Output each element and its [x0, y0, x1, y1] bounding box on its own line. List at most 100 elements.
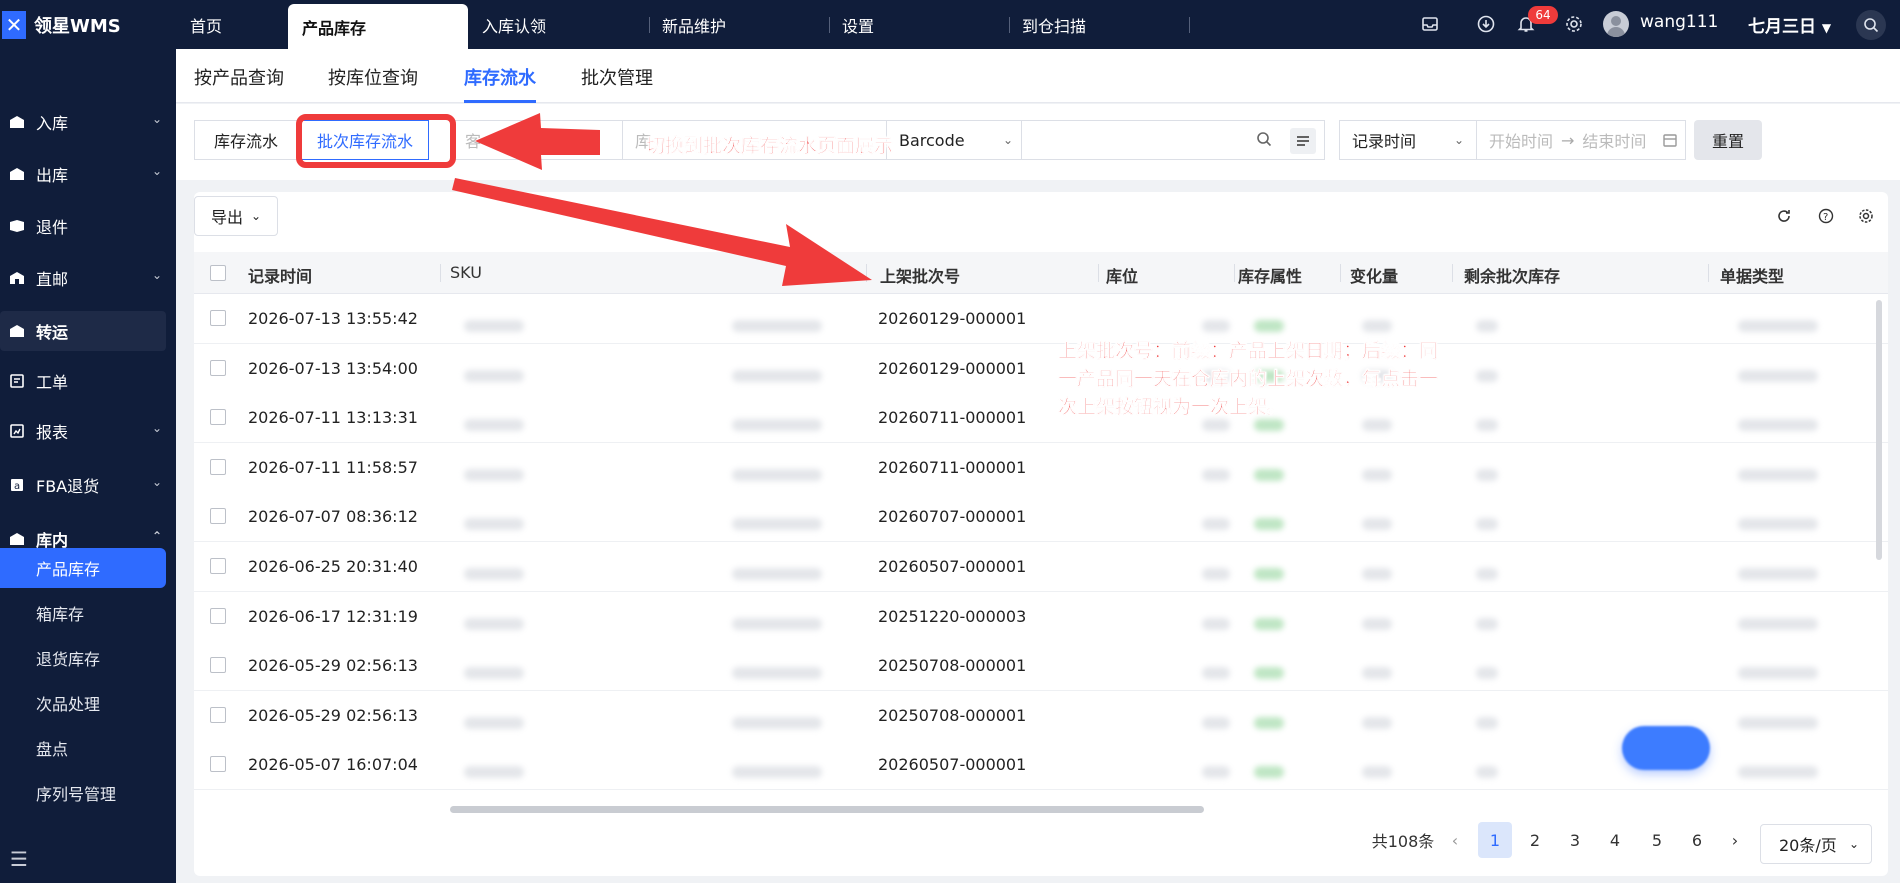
- row-checkbox[interactable]: [210, 558, 226, 574]
- company-selector[interactable]: 七月三日 ▼: [1748, 12, 1831, 37]
- sidebar-subitem-product-inventory[interactable]: 产品库存: [0, 548, 166, 588]
- select-all-checkbox[interactable]: [210, 265, 226, 281]
- column-header-location[interactable]: 库位: [1106, 263, 1138, 287]
- column-header-remaining-batch-stock[interactable]: 剩余批次库存: [1464, 263, 1560, 287]
- pagination-page-2[interactable]: 2: [1518, 822, 1552, 858]
- search-icon[interactable]: [1256, 131, 1272, 151]
- obscured-cell: [1362, 667, 1392, 679]
- avatar[interactable]: [1603, 11, 1629, 37]
- pagination-page-6[interactable]: 6: [1680, 822, 1714, 858]
- barcode-search-input[interactable]: [1021, 120, 1325, 160]
- sidebar-subitem-box-inventory[interactable]: 箱库存: [0, 593, 166, 633]
- chevron-up-icon: ⌃: [151, 529, 162, 543]
- pagination-next-icon[interactable]: ›: [1720, 822, 1750, 858]
- obscured-cell: [1362, 518, 1392, 530]
- download-icon[interactable]: [1474, 12, 1498, 36]
- export-button[interactable]: 导出 ⌄: [194, 196, 278, 236]
- tab-by-location[interactable]: 按库位查询: [328, 64, 418, 90]
- top-tab-home[interactable]: 首页: [190, 0, 290, 49]
- inbox-icon[interactable]: [1418, 12, 1442, 36]
- pagination-page-1[interactable]: 1: [1478, 822, 1512, 858]
- tab-by-product[interactable]: 按产品查询: [194, 64, 284, 90]
- batch-search-icon[interactable]: [1290, 128, 1316, 154]
- pagination-prev-icon[interactable]: ‹: [1440, 822, 1470, 858]
- floating-action-button[interactable]: [1622, 726, 1710, 770]
- sidebar-subitem-serial-number[interactable]: 序列号管理: [0, 773, 166, 813]
- segment-inventory-flow[interactable]: 库存流水: [194, 120, 298, 160]
- obscured-cell: [464, 568, 524, 580]
- top-tab-inbound-claim[interactable]: 入库认领: [482, 0, 650, 49]
- column-header-change-amount[interactable]: 变化量: [1350, 263, 1398, 287]
- top-tab-settings[interactable]: 设置: [842, 0, 1010, 49]
- table-row[interactable]: 2026-07-07 08:36:12 20260707-000001: [194, 492, 1888, 542]
- sidebar-subitem-return-inventory[interactable]: 退货库存: [0, 638, 166, 678]
- reset-button[interactable]: 重置: [1694, 120, 1762, 160]
- column-settings-icon[interactable]: [1856, 206, 1876, 226]
- top-tab-scan[interactable]: 到仓扫描: [1022, 0, 1190, 49]
- refresh-icon[interactable]: [1774, 206, 1794, 226]
- cell-batch-number: 20260711-000001: [878, 458, 1027, 477]
- column-header-sku[interactable]: SKU: [450, 263, 482, 282]
- top-tab-product-inventory[interactable]: 产品库存: [288, 4, 468, 49]
- row-checkbox[interactable]: [210, 409, 226, 425]
- obscured-cell: [1476, 766, 1498, 778]
- top-tab-new-product[interactable]: 新品维护: [662, 0, 830, 49]
- date-range-picker[interactable]: 开始时间 → 结束时间: [1476, 120, 1686, 160]
- table-row[interactable]: 2026-07-11 13:13:31 20260711-000001: [194, 393, 1888, 443]
- gear-icon[interactable]: [1562, 12, 1586, 36]
- tab-batch-management[interactable]: 批次管理: [581, 64, 653, 90]
- obscured-cell: [1254, 618, 1284, 630]
- start-time-placeholder: 开始时间: [1489, 132, 1554, 151]
- sidebar-item-inbound[interactable]: 入库 ⌄: [0, 102, 176, 142]
- annotation-highlight-box: [296, 114, 456, 168]
- sidebar-item-reports[interactable]: 报表 ⌄: [0, 411, 176, 451]
- pagination-page-4[interactable]: 4: [1598, 822, 1632, 858]
- obscured-cell: [1254, 717, 1284, 729]
- sidebar-subitem-defective[interactable]: 次品处理: [0, 683, 166, 723]
- username[interactable]: wang111: [1640, 12, 1718, 32]
- table-row[interactable]: 2026-06-17 12:31:19 20251220-000003: [194, 592, 1888, 642]
- logo[interactable]: ✕ 领星WMS: [0, 0, 180, 49]
- warehouse-icon: [8, 323, 26, 339]
- sidebar-item-outbound[interactable]: 出库 ⌄: [0, 154, 176, 194]
- row-checkbox[interactable]: [210, 608, 226, 624]
- obscured-cell: [1202, 518, 1230, 530]
- column-header-record-time[interactable]: 记录时间: [248, 263, 312, 287]
- row-checkbox[interactable]: [210, 756, 226, 772]
- vertical-scrollbar[interactable]: [1876, 300, 1882, 560]
- obscured-cell: [1738, 568, 1818, 580]
- tab-inventory-flow[interactable]: 库存流水: [464, 64, 536, 90]
- sidebar-subitem-stocktake[interactable]: 盘点: [0, 728, 166, 768]
- row-checkbox[interactable]: [210, 459, 226, 475]
- barcode-type-select[interactable]: Barcode ⌄: [886, 120, 1026, 160]
- row-checkbox[interactable]: [210, 657, 226, 673]
- table-row[interactable]: 2026-07-13 13:54:00 20260129-000001: [194, 344, 1888, 394]
- table-row[interactable]: 2026-07-11 11:58:57 20260711-000001: [194, 443, 1888, 493]
- sidebar-item-fba-returns[interactable]: a FBA退货 ⌄: [0, 465, 176, 505]
- sidebar-item-work-order[interactable]: 工单: [0, 361, 176, 401]
- column-header-batch-number[interactable]: 上架批次号: [880, 263, 960, 287]
- table-row[interactable]: 2026-06-25 20:31:40 20260507-000001: [194, 542, 1888, 592]
- obscured-cell: [732, 618, 822, 630]
- horizontal-scrollbar[interactable]: [450, 806, 1204, 813]
- global-search-button[interactable]: [1856, 10, 1886, 40]
- table-row[interactable]: 2026-05-29 02:56:13 20250708-000001: [194, 641, 1888, 691]
- sidebar-item-transit[interactable]: 转运: [0, 311, 166, 351]
- pagination-page-3[interactable]: 3: [1558, 822, 1592, 858]
- row-checkbox[interactable]: [210, 360, 226, 376]
- page-size-select[interactable]: 20条/页 ⌄: [1760, 824, 1872, 864]
- collapse-menu-icon[interactable]: ☰: [10, 847, 28, 871]
- warehouse-icon: [8, 114, 26, 130]
- time-type-select[interactable]: 记录时间 ⌄: [1339, 120, 1477, 160]
- sidebar-item-returns[interactable]: 退件: [0, 206, 176, 246]
- column-header-inventory-attribute[interactable]: 库存属性: [1238, 263, 1302, 287]
- sidebar-item-direct-mail[interactable]: 直邮 ⌄: [0, 258, 176, 298]
- obscured-cell: [1202, 717, 1230, 729]
- row-checkbox[interactable]: [210, 310, 226, 326]
- help-icon[interactable]: ?: [1816, 206, 1836, 226]
- table-row[interactable]: 2026-07-13 13:55:42 20260129-000001: [194, 294, 1888, 344]
- column-header-document-type[interactable]: 单据类型: [1720, 263, 1784, 287]
- pagination-page-5[interactable]: 5: [1640, 822, 1674, 858]
- row-checkbox[interactable]: [210, 508, 226, 524]
- row-checkbox[interactable]: [210, 707, 226, 723]
